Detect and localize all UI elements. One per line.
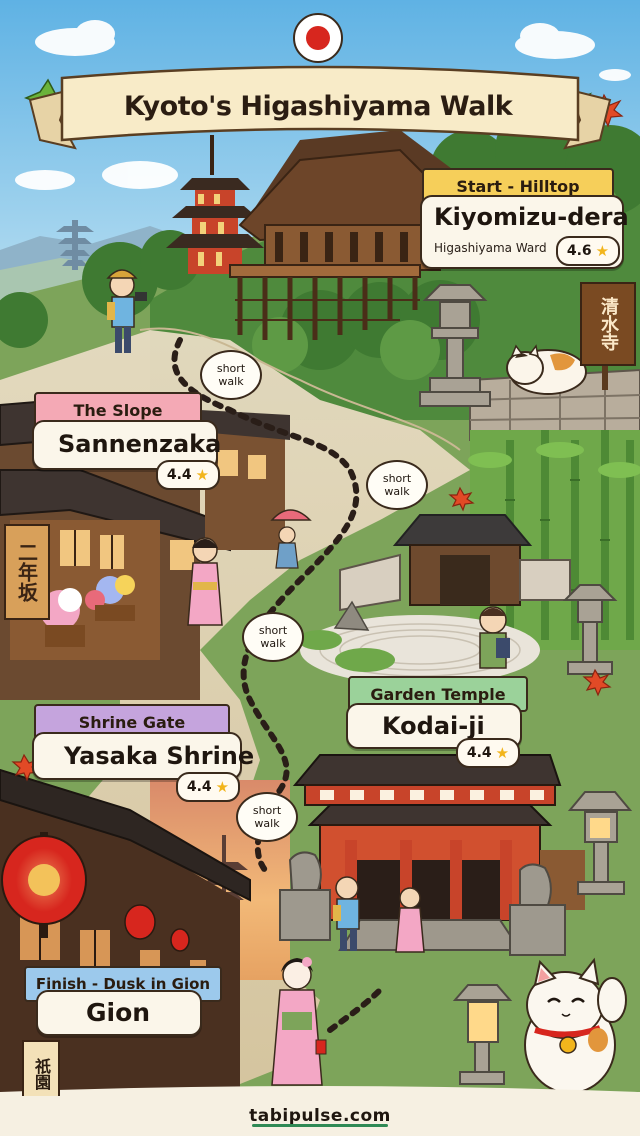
short-walk-bubble: short walk <box>236 792 298 842</box>
rating-value: 4.4 <box>166 467 192 483</box>
rating-yasaka: 4.4 ★ <box>176 772 240 802</box>
short-walk-bubble: short walk <box>200 350 262 400</box>
short-walk-bubble: short walk <box>242 612 304 662</box>
kimono-girl-slope <box>187 537 223 626</box>
bubble-text: short walk <box>252 804 282 830</box>
stop-name: Kodai-ji <box>382 712 485 740</box>
stop-location: Higashiyama Ward <box>434 241 547 255</box>
star-icon: ★ <box>595 242 610 260</box>
stop-card-gion[interactable]: Gion <box>36 990 202 1036</box>
rating-kodaiji: 4.4 ★ <box>456 738 520 768</box>
rating-value: 4.6 <box>566 243 592 259</box>
star-icon: ★ <box>215 778 230 796</box>
kiyomizu-sign: 清水寺 <box>580 282 636 366</box>
bubble-text: short walk <box>382 472 412 498</box>
star-icon: ★ <box>495 744 510 762</box>
footer-underline <box>252 1124 388 1127</box>
stop-name: Sannenzaka <box>58 430 222 458</box>
stop-name: Kiyomizu-dera <box>434 203 629 231</box>
rating-value: 4.4 <box>466 745 492 761</box>
short-walk-bubble: short walk <box>366 460 428 510</box>
stop-name: Yasaka Shrine <box>64 742 255 770</box>
page-title: Kyoto's Higashiyama Walk <box>123 90 513 122</box>
star-icon: ★ <box>195 466 210 484</box>
footer-site-link[interactable]: tabipulse.com <box>0 1096 640 1136</box>
japan-flag-icon <box>293 13 343 63</box>
rating-sannenzaka: 4.4 ★ <box>156 460 220 490</box>
ninenzaka-sign: 二年坂 <box>4 524 50 620</box>
backpacker-garden <box>479 606 510 669</box>
bubble-text: short walk <box>216 362 246 388</box>
bubble-text: short walk <box>258 624 288 650</box>
rating-value: 4.4 <box>186 779 212 795</box>
stop-name: Gion <box>86 998 151 1027</box>
rating-kiyomizu: 4.6 ★ <box>556 236 620 266</box>
